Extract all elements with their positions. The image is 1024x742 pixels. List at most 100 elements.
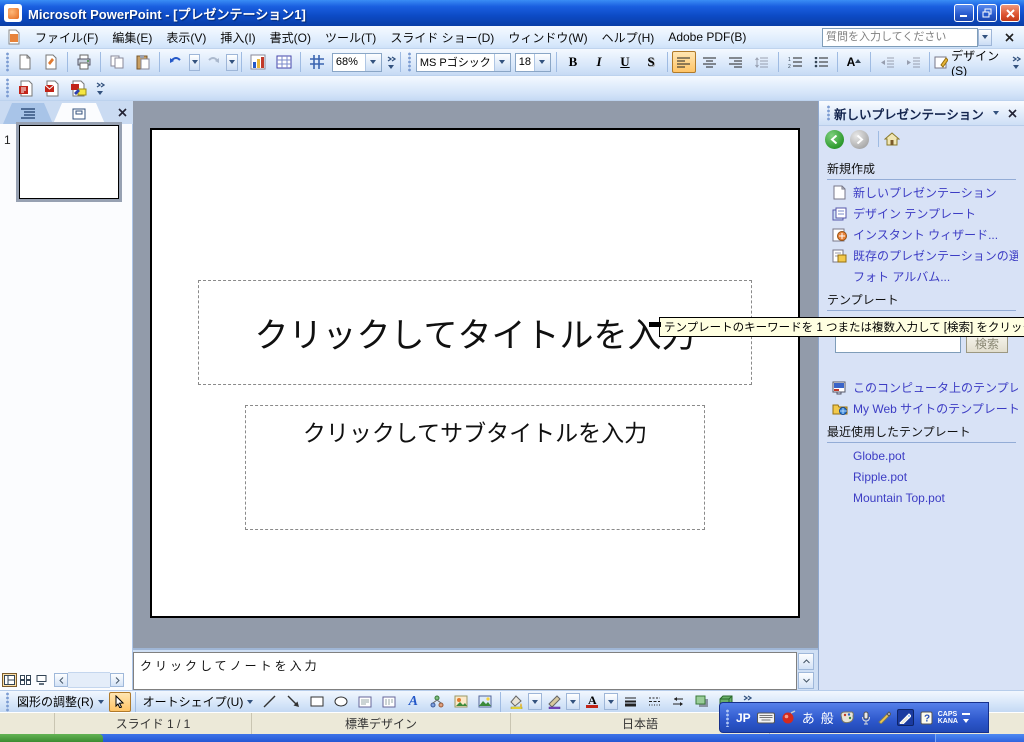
align-left-button[interactable]	[672, 51, 696, 73]
menu-format[interactable]: 書式(O)	[263, 26, 318, 49]
language-bar-options-icon[interactable]	[963, 719, 969, 723]
link-from-existing[interactable]: 既存のプレゼンテーションの選択...	[831, 247, 1018, 264]
font-name-combo[interactable]: MS Pゴシック	[416, 53, 511, 72]
zoom-combo[interactable]: 68%	[332, 53, 382, 72]
hiragana-mode-button[interactable]: あ	[802, 708, 815, 727]
font-name-dropdown[interactable]	[494, 54, 510, 71]
tab-outline[interactable]	[3, 103, 53, 124]
arrow-style-button[interactable]	[667, 692, 689, 712]
text-box-button[interactable]	[354, 692, 376, 712]
diagram-button[interactable]	[426, 692, 448, 712]
toolbar-grip[interactable]	[5, 52, 9, 72]
text-shadow-button[interactable]: S	[639, 51, 663, 73]
task-pane-close-button[interactable]	[1004, 105, 1020, 121]
bold-button[interactable]: B	[561, 51, 585, 73]
print-button[interactable]	[72, 51, 96, 73]
menu-window[interactable]: ウィンドウ(W)	[501, 26, 594, 49]
line-color-dropdown[interactable]	[566, 693, 580, 710]
zoom-dropdown[interactable]	[365, 54, 381, 71]
line-spacing-button[interactable]	[750, 51, 774, 73]
link-autocontent-wizard[interactable]: インスタント ウィザード...	[831, 226, 1018, 243]
pen-tool-button[interactable]	[897, 709, 914, 726]
task-pane-menu-button[interactable]	[988, 105, 1004, 121]
task-pane-grip[interactable]	[826, 105, 831, 121]
kana-indicator[interactable]: KANA	[938, 718, 958, 725]
menu-edit[interactable]: 編集(E)	[105, 26, 159, 49]
underline-button[interactable]: U	[613, 51, 637, 73]
slide-canvas[interactable]: クリックしてタイトルを入力 クリックしてサブタイトルを入力	[150, 128, 800, 618]
align-right-button[interactable]	[724, 51, 748, 73]
minimize-language-bar-icon[interactable]	[962, 713, 970, 715]
help-button[interactable]: ?	[920, 711, 933, 725]
keyboard-icon[interactable]	[757, 712, 775, 724]
copy-button[interactable]	[105, 51, 129, 73]
dash-style-button[interactable]	[643, 692, 665, 712]
redo-button[interactable]	[201, 51, 225, 73]
menu-tools[interactable]: ツール(T)	[318, 26, 383, 49]
scroll-up-icon[interactable]	[798, 653, 814, 670]
scroll-down-icon[interactable]	[798, 672, 814, 689]
line-style-button[interactable]	[619, 692, 641, 712]
close-button[interactable]	[1000, 4, 1020, 22]
autoshapes-menu-button[interactable]: オートシェイプ(U)	[139, 692, 258, 712]
numbering-button[interactable]: 12	[783, 51, 807, 73]
decrease-indent-button[interactable]	[875, 51, 899, 73]
wordart-button[interactable]: A	[402, 692, 424, 712]
normal-view-button[interactable]	[2, 673, 17, 687]
tab-slides[interactable]	[53, 103, 105, 124]
increase-font-button[interactable]: A	[842, 51, 866, 73]
toolbar-grip[interactable]	[5, 692, 10, 712]
link-recent-template-mountain[interactable]: Mountain Top.pot	[853, 489, 1018, 506]
link-recent-template-globe[interactable]: Globe.pot	[853, 447, 1018, 464]
paste-button[interactable]	[131, 51, 155, 73]
scroll-right-icon[interactable]	[110, 673, 124, 687]
align-center-button[interactable]	[698, 51, 722, 73]
convert-to-pdf-email-button[interactable]	[40, 77, 64, 99]
ime-mode-icon[interactable]	[781, 710, 796, 725]
menu-file[interactable]: ファイル(F)	[28, 26, 105, 49]
close-pane-button[interactable]	[115, 105, 130, 120]
insert-chart-button[interactable]	[246, 51, 270, 73]
input-language-button[interactable]: JP	[736, 711, 751, 725]
slideshow-view-button[interactable]	[34, 673, 49, 687]
italic-button[interactable]: I	[587, 51, 611, 73]
oval-tool-button[interactable]	[330, 692, 352, 712]
font-size-combo[interactable]: 18	[515, 53, 551, 72]
handwriting-icon[interactable]	[877, 711, 891, 724]
bullets-button[interactable]	[809, 51, 833, 73]
menu-view[interactable]: 表示(V)	[159, 26, 213, 49]
subtitle-placeholder[interactable]: クリックしてサブタイトルを入力	[245, 405, 705, 530]
menu-slideshow[interactable]: スライド ショー(D)	[383, 26, 501, 49]
language-bar-grip[interactable]	[725, 709, 730, 727]
convert-to-pdf-button[interactable]	[14, 77, 38, 99]
back-button[interactable]	[825, 130, 844, 149]
menu-insert[interactable]: 挿入(I)	[213, 26, 262, 49]
link-recent-template-ripple[interactable]: Ripple.pot	[853, 468, 1018, 485]
start-button[interactable]	[0, 734, 103, 742]
fill-color-button[interactable]	[505, 692, 527, 712]
ime-pad-icon[interactable]	[840, 711, 855, 724]
toolbar-grip[interactable]	[407, 52, 411, 72]
vertical-text-box-button[interactable]	[378, 692, 400, 712]
scroll-left-icon[interactable]	[54, 673, 68, 687]
slide-thumbnail[interactable]	[19, 125, 119, 199]
link-templates-on-web[interactable]: My Web サイトのテンプレート...	[831, 400, 1018, 417]
toolbar-options-button[interactable]	[1011, 51, 1022, 73]
undo-button[interactable]	[164, 51, 188, 73]
increase-indent-button[interactable]	[901, 51, 925, 73]
new-button[interactable]	[13, 51, 37, 73]
horizontal-scrollbar[interactable]	[54, 672, 124, 688]
undo-dropdown[interactable]	[189, 54, 200, 71]
template-search-input[interactable]	[835, 335, 961, 353]
show-grid-button[interactable]	[305, 51, 329, 73]
toolbar-grip[interactable]	[5, 78, 10, 98]
notes-placeholder[interactable]: クリックしてノートを入力	[133, 652, 797, 690]
font-color-dropdown[interactable]	[604, 693, 618, 710]
design-button[interactable]: デザイン(S)	[934, 51, 1008, 73]
redo-dropdown[interactable]	[226, 54, 237, 71]
arrow-tool-button[interactable]	[282, 692, 304, 712]
slide-sorter-view-button[interactable]	[18, 673, 33, 687]
menu-adobe-pdf[interactable]: Adobe PDF(B)	[661, 27, 753, 47]
minimize-button[interactable]	[954, 4, 974, 22]
select-objects-button[interactable]	[109, 692, 131, 712]
